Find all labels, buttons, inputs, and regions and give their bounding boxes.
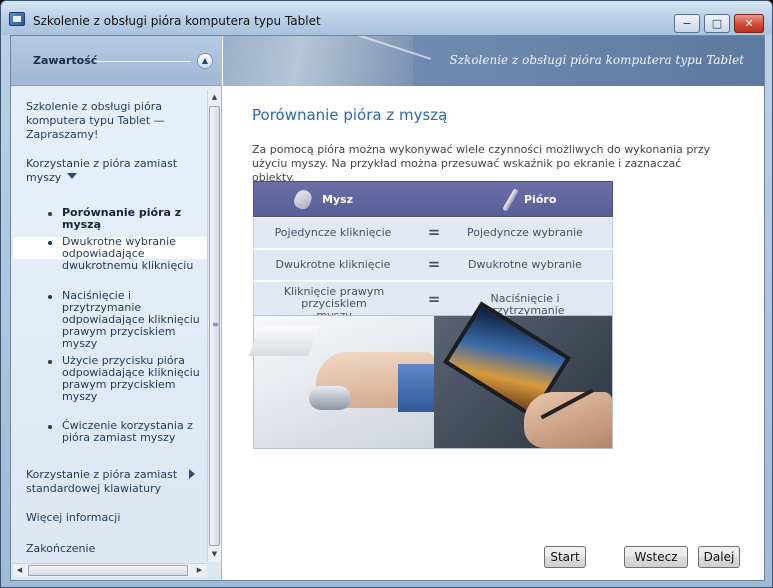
- keyboard-shape: [248, 326, 320, 356]
- pen-action: Dwukrotne wybranie: [468, 258, 582, 271]
- mouse-shape: [309, 386, 351, 410]
- scroll-up-icon[interactable]: ▲: [208, 90, 221, 104]
- toc-subitem-press-hold[interactable]: Naciśnięcie i przytrzymanie odpowiadając…: [62, 290, 207, 350]
- title-bar[interactable]: Szkolenie z obsługi pióra komputera typu…: [1, 1, 772, 35]
- toc-item-welcome[interactable]: Szkolenie z obsługi pióra komputera typu…: [26, 100, 206, 142]
- expand-down-icon: [67, 173, 78, 179]
- navigation-bar: Start Wstecz Dalej: [223, 532, 764, 580]
- bullet-icon: [48, 212, 52, 216]
- collapse-contents-button[interactable]: ▲: [197, 53, 213, 69]
- scroll-right-icon[interactable]: ▶: [193, 564, 206, 577]
- mouse-action: Dwukrotne kliknięcie: [275, 258, 391, 271]
- bullet-icon: [48, 295, 52, 299]
- header-banner: Szkolenie z obsługi pióra komputera typu…: [223, 36, 764, 86]
- bullet-icon: [48, 425, 52, 429]
- contents-vertical-scrollbar[interactable]: ▲ ≡ ▼: [207, 90, 221, 562]
- bullet-icon: [48, 360, 52, 364]
- lesson-content: Porównanie pióra z myszą Za pomocą pióra…: [223, 87, 764, 531]
- toc-subitem-pen-button[interactable]: Użycie przycisku pióra odpowiadające kli…: [62, 355, 207, 403]
- grip-icon: ≡: [212, 320, 219, 329]
- toc-item-pen-instead-of-keyboard[interactable]: Korzystanie z pióra zamiast standardowej…: [26, 468, 194, 496]
- column-mouse-label: Mysz: [322, 193, 354, 206]
- intro-text: Za pomocą pióra można wykonywać wiele cz…: [252, 143, 711, 184]
- mouse-action: Pojedyncze kliknięcie: [274, 226, 392, 239]
- table-row: Dwukrotne kliknięcie = Dwukrotne wybrani…: [253, 250, 613, 280]
- equals-sign: =: [427, 223, 441, 241]
- app-icon: [9, 12, 25, 26]
- pen-icon: [502, 188, 519, 212]
- minimize-button[interactable]: −: [674, 14, 700, 33]
- scroll-left-icon[interactable]: ◀: [13, 564, 26, 577]
- contents-title: Zawartość: [33, 54, 98, 67]
- scroll-down-icon[interactable]: ▼: [208, 547, 221, 561]
- close-button[interactable]: ✕: [734, 14, 764, 33]
- app-window: Szkolenie z obsługi pióra komputera typu…: [0, 0, 773, 588]
- column-pen-label: Pióro: [524, 193, 557, 206]
- comparison-header: Mysz Pióro: [253, 181, 613, 217]
- toc-subitem-compare[interactable]: Porównanie pióra z myszą: [62, 207, 207, 231]
- expand-right-icon: [183, 469, 195, 483]
- equals-sign: =: [427, 255, 441, 273]
- start-button[interactable]: Start: [544, 546, 586, 568]
- maximize-button[interactable]: □: [704, 14, 730, 33]
- toc-item-label: Szkolenie z obsługi pióra komputera typu…: [26, 100, 165, 141]
- toc-item-finish[interactable]: Zakończenie: [26, 542, 206, 556]
- back-button[interactable]: Wstecz: [624, 546, 688, 568]
- pen-action: Pojedyncze wybranie: [467, 226, 583, 239]
- header-divider: [95, 61, 191, 62]
- window-title: Szkolenie z obsługi pióra komputera typu…: [33, 14, 321, 28]
- table-row: Kliknięcie prawym przyciskiem myszy = Na…: [253, 282, 613, 322]
- scroll-thumb-horizontal[interactable]: [28, 565, 188, 576]
- toc-item-pen-instead-of-mouse[interactable]: Korzystanie z pióra zamiast myszy: [26, 157, 194, 185]
- toc-item-more-info[interactable]: Więcej informacji: [26, 511, 206, 525]
- contents-header: Zawartość ▲: [11, 36, 221, 86]
- bullet-icon: [48, 241, 52, 245]
- mouse-photo: [248, 316, 436, 448]
- contents-horizontal-scrollbar[interactable]: ◀ ▶: [13, 563, 207, 577]
- toc-subitem-double-tap[interactable]: Dwukrotne wybranie odpowiadające dwukrot…: [62, 236, 207, 272]
- client-area: Zawartość ▲ Szkolenie z obsługi pióra ko…: [10, 35, 765, 581]
- toc-item-label: Korzystanie z pióra zamiast standardowej…: [26, 468, 178, 495]
- comparison-images: [248, 301, 613, 449]
- mouse-icon: [291, 187, 315, 212]
- sleeve-shape: [398, 364, 436, 412]
- page-title: Porównanie pióra z myszą: [252, 106, 448, 124]
- toc-subitem-practice[interactable]: Ćwiczenie korzystania z pióra zamiast my…: [62, 420, 207, 444]
- contents-panel: Zawartość ▲ Szkolenie z obsługi pióra ko…: [11, 36, 222, 580]
- scroll-thumb[interactable]: ≡: [209, 106, 220, 546]
- table-row: Pojedyncze kliknięcie = Pojedyncze wybra…: [253, 218, 613, 248]
- pen-photo: [434, 301, 612, 448]
- contents-list: Szkolenie z obsługi pióra komputera typu…: [11, 90, 207, 560]
- next-button[interactable]: Dalej: [698, 546, 740, 568]
- banner-title: Szkolenie z obsługi pióra komputera typu…: [449, 53, 744, 67]
- toc-item-label: Korzystanie z pióra zamiast myszy: [26, 157, 178, 184]
- equals-sign: =: [427, 290, 441, 308]
